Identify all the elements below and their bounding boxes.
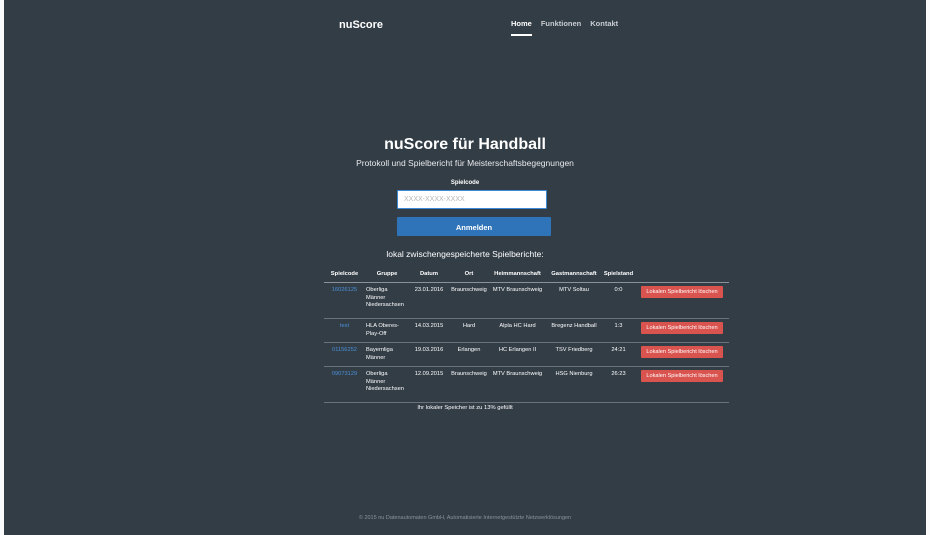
nav-kontakt[interactable]: Kontakt [590,19,618,36]
report-home-team: Alpla HC Hard [499,323,536,329]
table-row: 01156252 Bayernliga Männer 19.03.2016 Er… [324,343,729,367]
report-group: Oberliga Männer Niedersachsen [366,287,404,308]
report-action-cell: Lokalen Spielbericht löschen [635,367,729,402]
nav-funktionen[interactable]: Funktionen [541,19,581,36]
column-header-spielstand: Spielstand [603,271,634,277]
column-header-gastmannschaft: Gastmannschaft [551,271,597,277]
report-score: 24:21 [611,347,626,353]
saved-reports-heading: lokal zwischengespeicherte Spielberichte… [386,249,544,259]
report-action-cell: Lokalen Spielbericht löschen [635,343,729,366]
login-button[interactable]: Anmelden [397,217,551,236]
report-home-team: MTV Braunschweig [492,371,543,377]
table-row: 16026125 Oberliga Männer Niedersachsen 2… [324,283,729,319]
report-code-link[interactable]: test [324,319,365,342]
report-place: Braunschweig [451,287,487,293]
app-frame: nuScore Home Funktionen Kontakt nuScore … [4,0,926,535]
page-title: nuScore für Handball [384,136,546,153]
spielcode-input[interactable] [397,190,547,209]
report-code-link[interactable]: 16026125 [324,283,365,318]
page-subtitle: Protokoll und Spielbericht für Meistersc… [356,158,574,168]
delete-local-report-button[interactable]: Lokalen Spielbericht löschen [641,346,723,358]
spielcode-label: Spielcode [450,180,480,186]
report-code-link[interactable]: 01156252 [324,343,365,366]
report-date: 14.03.2015 [414,323,444,329]
brand-logo[interactable]: nuScore [339,19,383,31]
column-header-datum: Datum [419,271,439,277]
report-date: 23.01.2016 [414,287,444,293]
footer-copyright: © 2015 nu Datenautomaten GmbH, Automatis… [358,515,572,521]
report-guest-team: TSV Friedberg [555,347,593,353]
report-place: Braunschweig [451,371,487,377]
report-score: 26:23 [611,371,626,377]
table-header: Spielcode Gruppe Datum Ort Heimmannschaf… [324,268,729,283]
report-home-team: MTV Braunschweig [492,287,543,293]
report-place: Hard [462,323,476,329]
column-header-gruppe: Gruppe [376,271,398,277]
table-row: test HLA Oberes-Play-Off 14.03.2015 Hard… [324,319,729,343]
nav-home[interactable]: Home [511,19,532,36]
report-group: HLA Oberes-Play-Off [366,323,399,337]
report-group: Oberliga Männer Niedersachsen [366,371,404,392]
table-row: 09073129 Oberliga Männer Niedersachsen 1… [324,367,729,403]
delete-local-report-button[interactable]: Lokalen Spielbericht löschen [641,286,723,298]
column-header-spielcode: Spielcode [330,271,359,277]
saved-reports-table: Spielcode Gruppe Datum Ort Heimmannschaf… [324,268,729,403]
report-action-cell: Lokalen Spielbericht löschen [635,283,729,318]
column-header-action [635,268,729,282]
delete-local-report-button[interactable]: Lokalen Spielbericht löschen [641,370,723,382]
report-action-cell: Lokalen Spielbericht löschen [635,319,729,342]
report-guest-team: Bregenz Handball [551,323,597,329]
report-score: 0:0 [614,287,623,293]
report-place: Erlangen [457,347,481,353]
report-score: 1:3 [614,323,623,329]
column-header-heimmannschaft: Heimmannschaft [494,271,541,277]
report-date: 19.03.2016 [414,347,444,353]
storage-usage-note: Ihr lokaler Speicher ist zu 13% gefüllt [417,405,513,411]
report-code-link[interactable]: 09073129 [324,367,365,402]
report-home-team: HC Erlangen II [498,347,537,353]
delete-local-report-button[interactable]: Lokalen Spielbericht löschen [641,322,723,334]
report-guest-team: MTV Soltau [559,287,589,293]
column-header-ort: Ort [464,271,474,277]
report-group: Bayernliga Männer [366,347,393,361]
main-nav: Home Funktionen Kontakt [511,19,618,36]
report-guest-team: HSG Nienburg [555,371,593,377]
report-date: 12.09.2015 [414,371,444,377]
